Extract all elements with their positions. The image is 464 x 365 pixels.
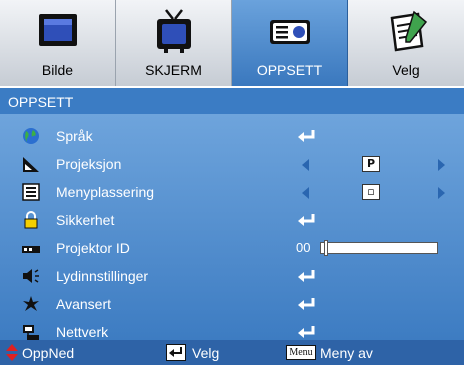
projector-icon	[270, 20, 310, 44]
tab-bilde[interactable]: Bilde	[0, 0, 116, 86]
tab-label: Velg	[392, 62, 420, 78]
arrow-left-icon[interactable]	[302, 159, 309, 171]
enter-key-icon	[166, 344, 186, 361]
menu-item-sprak[interactable]: Språk	[0, 122, 464, 150]
globe-icon	[23, 128, 39, 144]
projector-id-slider[interactable]	[320, 240, 438, 256]
osd-menu: Bilde SKJERM OPPSETT Velg OPPSETT Språk …	[0, 0, 464, 365]
menu-item-lydinnstillinger[interactable]: Lydinnstillinger	[0, 262, 464, 290]
menu-item-menyplassering[interactable]: Menyplassering ▫	[0, 178, 464, 206]
enter-icon[interactable]	[297, 325, 317, 339]
tab-oppsett[interactable]: OPPSETT	[232, 0, 348, 86]
enter-icon[interactable]	[297, 213, 317, 227]
menu-title: OPPSETT	[8, 94, 74, 110]
projection-value: P	[362, 156, 380, 172]
menu-item-label: Lydinnstillinger	[56, 268, 149, 284]
up-down-arrows-icon	[6, 344, 18, 361]
menu-item-label: Nettverk	[56, 324, 109, 340]
enter-icon[interactable]	[297, 129, 317, 143]
menu-item-label: Sikkerhet	[56, 212, 115, 228]
menu-item-label: Projeksjon	[56, 156, 122, 172]
menu-key-icon: Menu	[286, 345, 316, 360]
projector-id-icon	[22, 246, 40, 253]
menu-position-icon	[22, 183, 40, 201]
network-icon	[23, 325, 39, 340]
arrow-left-icon[interactable]	[302, 187, 309, 199]
enter-icon[interactable]	[297, 269, 317, 283]
tv-icon	[157, 9, 191, 53]
speaker-icon	[23, 269, 39, 283]
monitor-icon	[39, 14, 77, 46]
menu-item-sikkerhet[interactable]: Sikkerhet	[0, 206, 464, 234]
arrow-right-icon[interactable]	[438, 187, 445, 199]
enter-icon[interactable]	[297, 297, 317, 311]
notepad-icon	[390, 10, 428, 52]
menu-item-projektor-id[interactable]: Projektor ID 00	[0, 234, 464, 262]
footer-hint-bar: OppNed Velg Menu Meny av	[0, 340, 464, 365]
slider-knob[interactable]	[324, 240, 328, 256]
menu-item-avansert[interactable]: Avansert	[0, 290, 464, 318]
menu-title-bar: OPPSETT	[0, 86, 464, 114]
advanced-icon	[23, 296, 39, 311]
menu-item-label: Avansert	[56, 296, 111, 312]
arrow-right-icon[interactable]	[438, 159, 445, 171]
menu-position-value: ▫	[362, 184, 380, 200]
settings-list: Språk Projeksjon P Menyplassering ▫ Sikk…	[0, 114, 464, 340]
menu-item-label: Språk	[56, 128, 93, 144]
menu-item-label: Menyplassering	[56, 184, 155, 200]
tab-label: Bilde	[41, 62, 74, 78]
tab-label: SKJERM	[145, 62, 202, 78]
footer-navigate-label: OppNed	[22, 345, 75, 361]
menu-item-projeksjon[interactable]: Projeksjon P	[0, 150, 464, 178]
projector-id-value: 00	[296, 240, 311, 255]
footer-menu-label: Meny av	[320, 345, 373, 361]
tab-label: OPPSETT	[256, 62, 323, 78]
lock-icon	[24, 211, 38, 229]
tab-skjerm[interactable]: SKJERM	[116, 0, 232, 86]
tab-bar: Bilde SKJERM OPPSETT Velg	[0, 0, 464, 86]
projection-icon	[23, 157, 39, 172]
menu-item-label: Projektor ID	[56, 240, 130, 256]
tab-velg[interactable]: Velg	[348, 0, 464, 86]
footer-select-label: Velg	[192, 345, 220, 361]
